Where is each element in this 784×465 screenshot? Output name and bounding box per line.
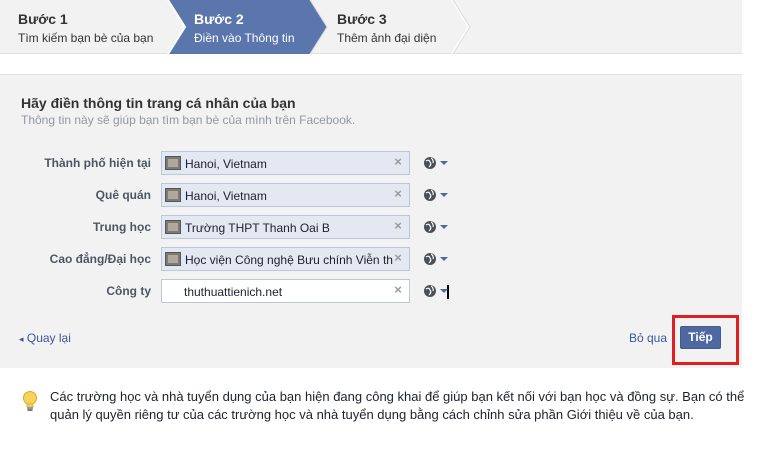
- lightbulb-icon: [23, 391, 37, 411]
- step-description: Điền vào Thông tin: [194, 31, 295, 45]
- field-row-employer: Công ty thuthuattienich.net ×: [0, 278, 742, 304]
- field-value: Hanoi, Vietnam: [185, 157, 267, 171]
- place-thumbnail-icon: [165, 156, 181, 170]
- field-row-current-city: Thành phố hiện tại Hanoi, Vietnam ×: [0, 150, 742, 176]
- place-thumbnail-icon: [165, 188, 181, 202]
- school-thumbnail-icon: [165, 220, 181, 234]
- field-label: Công ty: [106, 284, 151, 298]
- notice-text: Các trường học và nhà tuyển dụng của bạn…: [50, 389, 745, 422]
- high-school-input[interactable]: Trường THPT Thanh Oai B ×: [161, 215, 410, 239]
- field-label: Quê quán: [95, 188, 151, 202]
- field-label: Thành phố hiện tại: [44, 156, 151, 170]
- step-3[interactable]: Bước 3 Thêm ảnh đại diện: [337, 11, 436, 46]
- field-value: Học viện Công nghệ Bưu chính Viễn thông: [185, 253, 393, 267]
- chevron-left-icon: ◂: [19, 334, 24, 344]
- step-2[interactable]: Bước 2 Điền vào Thông tin: [194, 11, 295, 46]
- school-thumbnail-icon: [165, 252, 181, 266]
- skip-link[interactable]: Bỏ qua: [629, 331, 667, 345]
- employer-input[interactable]: thuthuattienich.net ×: [161, 279, 449, 303]
- field-value: Trường THPT Thanh Oai B: [185, 221, 330, 235]
- steps-bar: Bước 1 Tìm kiếm bạn bè của bạn Bước 2 Đi…: [0, 0, 742, 54]
- globe-icon[interactable]: [423, 251, 451, 267]
- current-city-input[interactable]: Hanoi, Vietnam ×: [161, 151, 410, 175]
- close-icon[interactable]: ×: [391, 251, 405, 265]
- panel-title: Hãy điền thông tin trang cá nhân của bạn: [21, 95, 296, 111]
- step-1[interactable]: Bước 1 Tìm kiếm bạn bè của bạn: [18, 11, 153, 46]
- back-link[interactable]: ◂ Quay lại: [19, 331, 71, 345]
- close-icon[interactable]: ×: [391, 155, 405, 169]
- step-title: Bước 2: [194, 11, 244, 27]
- step-description: Thêm ảnh đại diện: [337, 31, 437, 45]
- college-input[interactable]: Học viện Công nghệ Bưu chính Viễn thông …: [161, 247, 410, 271]
- field-value: thuthuattienich.net: [184, 285, 283, 299]
- globe-icon[interactable]: [423, 283, 451, 299]
- globe-icon[interactable]: [423, 187, 451, 203]
- close-icon[interactable]: ×: [391, 283, 405, 297]
- profile-info-panel: Hãy điền thông tin trang cá nhân của bạn…: [0, 74, 742, 368]
- step-title: Bước 3: [337, 11, 387, 27]
- step-description: Tìm kiếm bạn bè của bạn: [18, 31, 154, 45]
- highlight-box: [672, 315, 739, 365]
- globe-icon[interactable]: [423, 219, 451, 235]
- field-row-hometown: Quê quán Hanoi, Vietnam ×: [0, 182, 742, 208]
- field-value: Hanoi, Vietnam: [185, 189, 267, 203]
- close-icon[interactable]: ×: [391, 219, 405, 233]
- field-label: Cao đẳng/Đại học: [49, 252, 151, 266]
- panel-subtitle: Thông tin này sẽ giúp bạn tìm bạn bè của…: [21, 113, 356, 127]
- hometown-input[interactable]: Hanoi, Vietnam ×: [161, 183, 410, 207]
- field-label: Trung học: [93, 220, 151, 234]
- step-title: Bước 1: [18, 11, 68, 27]
- field-row-high-school: Trung học Trường THPT Thanh Oai B ×: [0, 214, 742, 240]
- field-row-college: Cao đẳng/Đại học Học viện Công nghệ Bưu …: [0, 246, 742, 272]
- back-label: Quay lại: [26, 331, 71, 345]
- close-icon[interactable]: ×: [391, 187, 405, 201]
- globe-icon[interactable]: [423, 155, 451, 171]
